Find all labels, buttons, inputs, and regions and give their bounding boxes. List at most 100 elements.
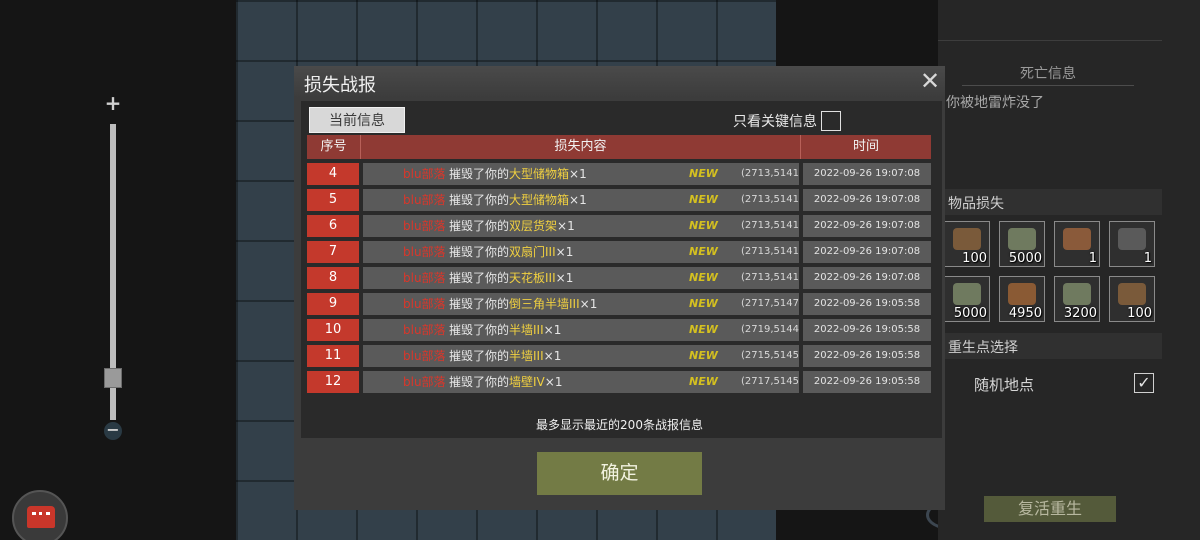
row-time: 2022-09-26 19:07:08 xyxy=(803,163,931,185)
action-text: 摧毁了你的 xyxy=(449,297,510,311)
action-text: 摧毁了你的 xyxy=(449,349,510,363)
row-content: blu部落 摧毁了你的双扇门III×1 NEW (2713,5141) xyxy=(363,241,799,263)
coordinates: (2713,5141) xyxy=(741,168,799,179)
item-quantity: ×1 xyxy=(555,245,574,259)
items-lost-header: 物品损失 xyxy=(938,189,1162,215)
attacker-name: blu部落 xyxy=(403,297,446,311)
row-content: blu部落 摧毁了你的天花板III×1 NEW (2713,5141) xyxy=(363,267,799,289)
item-count: 4950 xyxy=(1008,306,1042,321)
table-row[interactable]: 11 blu部落 摧毁了你的半墙III×1 NEW (2715,5145) 2022-09… xyxy=(307,345,931,367)
confirm-button[interactable]: 确定 xyxy=(537,452,702,495)
row-time: 2022-09-26 19:05:58 xyxy=(803,293,931,315)
loss-description: 摧毁了你的大型储物箱×1 xyxy=(449,189,587,211)
item-name: 双层货架 xyxy=(509,219,558,233)
row-index: 9 xyxy=(307,293,359,315)
row-index: 8 xyxy=(307,267,359,289)
coordinates: (2719,5144) xyxy=(741,324,799,335)
attacker-name: blu部落 xyxy=(403,349,446,363)
item-count: 3200 xyxy=(1063,306,1097,321)
item-quantity: ×1 xyxy=(544,375,563,389)
coordinates: (2713,5141) xyxy=(741,272,799,283)
table-row[interactable]: 10 blu部落 摧毁了你的半墙III×1 NEW (2719,5144) 2022-09… xyxy=(307,319,931,341)
item-slot[interactable]: 5000 xyxy=(944,276,990,322)
attacker-name: blu部落 xyxy=(403,271,446,285)
row-time: 2022-09-26 19:05:58 xyxy=(803,345,931,367)
dialog-body: 当前信息 只看关键信息 序号 损失内容 时间 4 blu部落 摧毁了你的大型储物箱×… xyxy=(301,101,942,438)
item-quantity: ×1 xyxy=(569,167,587,181)
zoom-in-icon[interactable]: + xyxy=(104,93,122,113)
gift-button[interactable] xyxy=(12,490,68,540)
table-header: 序号 损失内容 时间 xyxy=(307,135,931,159)
row-time: 2022-09-26 19:07:08 xyxy=(803,215,931,237)
loss-description: 摧毁了你的双层货架×1 xyxy=(449,215,575,237)
loss-description: 摧毁了你的大型储物箱×1 xyxy=(449,163,587,185)
item-slot[interactable]: 3200 xyxy=(1054,276,1100,322)
attacker-name: blu部落 xyxy=(403,245,446,259)
item-count: 5000 xyxy=(953,306,987,321)
coordinates: (2717,5147) xyxy=(741,298,799,309)
action-text: 摧毁了你的 xyxy=(449,167,510,181)
coordinates: (2713,5141) xyxy=(741,194,799,205)
table-row[interactable]: 9 blu部落 摧毁了你的倒三角半墙III×1 NEW (2717,5147) 2022-… xyxy=(307,293,931,315)
item-name: 大型储物箱 xyxy=(509,193,570,207)
death-info-panel: 死亡信息 你被地雷炸没了 物品损失 100 5000 1 1 5000 4950 3200 1… xyxy=(938,0,1200,540)
dialog-title: 损失战报 xyxy=(304,75,376,96)
table-row[interactable]: 6 blu部落 摧毁了你的双层货架×1 NEW (2713,5141) 2022-09-2… xyxy=(307,215,931,237)
random-location-checkbox[interactable]: ✓ xyxy=(1134,373,1154,393)
close-icon[interactable]: ✕ xyxy=(918,69,942,93)
action-text: 摧毁了你的 xyxy=(449,219,510,233)
item-quantity: ×1 xyxy=(543,349,562,363)
item-slot[interactable]: 4950 xyxy=(999,276,1045,322)
dialog-header: 损失战报 ✕ xyxy=(294,66,945,98)
item-slot[interactable]: 100 xyxy=(944,221,990,267)
action-text: 摧毁了你的 xyxy=(449,375,510,389)
wood-logs-icon xyxy=(1008,283,1036,305)
ammo-box-icon xyxy=(1118,283,1146,305)
row-time: 2022-09-26 19:05:58 xyxy=(803,371,931,393)
attacker-name: blu部落 xyxy=(403,323,446,337)
gift-icon xyxy=(27,506,55,528)
key-only-label: 只看关键信息 xyxy=(733,114,817,130)
loss-report-list[interactable]: 4 blu部落 摧毁了你的大型储物箱×1 NEW (2713,5141) 2022-09-… xyxy=(307,159,931,395)
loss-description: 摧毁了你的双扇门III×1 xyxy=(449,241,573,263)
item-slot[interactable]: 1 xyxy=(1054,221,1100,267)
zoom-slider-thumb[interactable] xyxy=(104,368,122,389)
coordinates: (2715,5145) xyxy=(741,350,799,361)
divider xyxy=(938,40,1162,41)
zoom-out-icon[interactable]: − xyxy=(104,422,122,440)
table-row[interactable]: 7 blu部落 摧毁了你的双扇门III×1 NEW (2713,5141) 2022-09… xyxy=(307,241,931,263)
loss-description: 摧毁了你的倒三角半墙III×1 xyxy=(449,293,597,315)
row-index: 5 xyxy=(307,189,359,211)
row-index: 12 xyxy=(307,371,359,393)
table-row[interactable]: 5 blu部落 摧毁了你的大型储物箱×1 NEW (2713,5141) 2022-09-… xyxy=(307,189,931,211)
wrench-icon xyxy=(1063,228,1091,250)
revive-button[interactable]: 复活重生 xyxy=(984,496,1116,522)
row-index: 4 xyxy=(307,163,359,185)
new-badge: NEW xyxy=(689,167,718,180)
action-text: 摧毁了你的 xyxy=(449,271,510,285)
row-index: 6 xyxy=(307,215,359,237)
action-text: 摧毁了你的 xyxy=(449,193,510,207)
tab-current-info[interactable]: 当前信息 xyxy=(309,107,405,133)
item-count: 100 xyxy=(1127,306,1152,321)
table-row[interactable]: 8 blu部落 摧毁了你的天花板III×1 NEW (2713,5141) 2022-09… xyxy=(307,267,931,289)
item-name: 半墙III xyxy=(509,349,544,363)
coordinates: (2713,5141) xyxy=(741,246,799,257)
key-only-checkbox[interactable] xyxy=(821,111,841,131)
table-row[interactable]: 4 blu部落 摧毁了你的大型储物箱×1 NEW (2713,5141) 2022-09-… xyxy=(307,163,931,185)
item-count: 100 xyxy=(962,251,987,266)
item-slot[interactable]: 1 xyxy=(1109,221,1155,267)
item-slot[interactable]: 100 xyxy=(1109,276,1155,322)
row-index: 10 xyxy=(307,319,359,341)
item-name: 倒三角半墙III xyxy=(509,297,580,311)
item-quantity: ×1 xyxy=(555,271,574,285)
new-badge: NEW xyxy=(689,271,718,284)
action-text: 摧毁了你的 xyxy=(449,323,510,337)
item-name: 大型储物箱 xyxy=(509,167,570,181)
table-row[interactable]: 12 blu部落 摧毁了你的墙壁IV×1 NEW (2717,5145) 2022-09-… xyxy=(307,371,931,393)
item-slot[interactable]: 5000 xyxy=(999,221,1045,267)
column-header-content: 损失内容 xyxy=(361,135,801,159)
row-content: blu部落 摧毁了你的双层货架×1 NEW (2713,5141) xyxy=(363,215,799,237)
new-badge: NEW xyxy=(689,297,718,310)
random-location-label: 随机地点 xyxy=(974,376,1035,394)
